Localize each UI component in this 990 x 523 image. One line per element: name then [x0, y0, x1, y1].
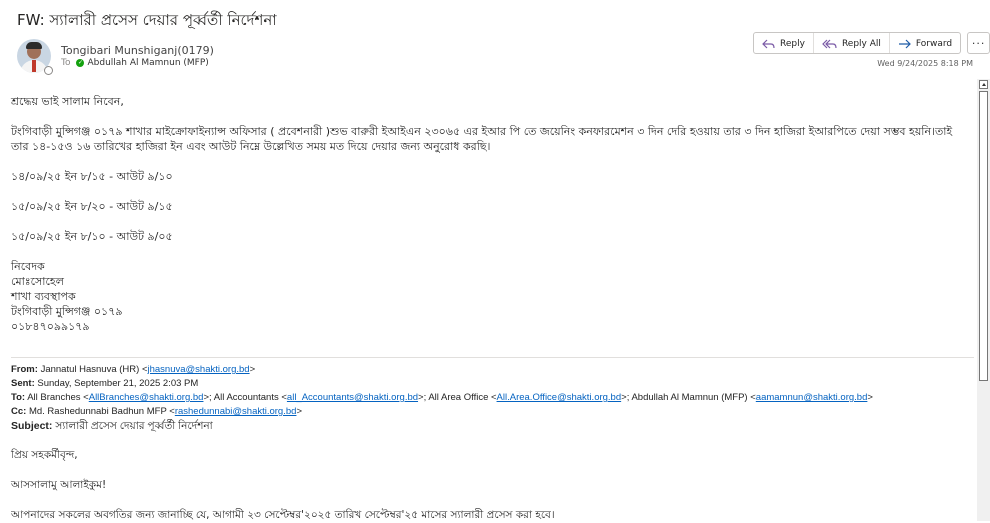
avatar-tie [32, 60, 36, 72]
scroll-up-arrow-icon[interactable] [979, 80, 988, 89]
forward-button[interactable]: Forward [890, 33, 960, 53]
forwarded-cc: Cc: Md. Rashedunnabi Badhun MFP <rashedu… [11, 406, 302, 417]
signature-line-1: নিবেদক [11, 260, 45, 273]
to-email-link-2[interactable]: all_Accountants@shakti.org.bd [287, 392, 418, 403]
forwarded-sent: Sent: Sunday, September 21, 2025 2:03 PM [11, 378, 199, 389]
forwarded-header: From: Jannatul Hasnuva (HR) <jhasnuva@sh… [11, 363, 974, 433]
forwarded-to: To: All Branches <AllBranches@shakti.org… [11, 392, 873, 403]
presence-status-icon [44, 66, 53, 75]
request-line-1: টংগিবাড়ী মুন্সিগঞ্জ ০১৭৯ শাখার মাইক্রোফ… [11, 125, 953, 138]
cc-email-link[interactable]: rashedunnabi@shakti.org.bd [175, 406, 297, 417]
attendance-time-2: ১৫/০৯/২৫ ইন ৮/২০ - আউট ৯/১৫ [11, 200, 173, 213]
from-email-link[interactable]: jhasnuva@shakti.org.bd [148, 364, 250, 375]
to-email-link-3[interactable]: All.Area.Office@shakti.org.bd [497, 392, 622, 403]
reply-all-label: Reply All [841, 39, 881, 49]
reply-icon [762, 39, 775, 49]
forwarded-from: From: Jannatul Hasnuva (HR) <jhasnuva@sh… [11, 364, 256, 375]
more-actions-button[interactable]: ··· [967, 32, 990, 54]
recipient-name[interactable]: Abdullah Al Mamnun (MFP) [87, 58, 208, 68]
online-check-icon: ✓ [76, 59, 85, 67]
forwarded-salam: আসসালামু আলাইকুম! [11, 479, 107, 491]
attendance-time-3: ১৫/০৯/২৫ ইন ৮/১০ - আউট ৯/০৫ [11, 230, 173, 243]
forward-arrow-icon [898, 39, 911, 49]
reply-button-group: Reply Reply All Forward [753, 32, 962, 54]
forward-divider [11, 357, 974, 358]
signature-line-5: ০১৮৪৭০৯৯১৭৯ [11, 320, 90, 333]
signature-line-3: শাখা ব্যবস্থাপক [11, 290, 76, 303]
forwarded-greeting: প্রিয় সহকর্মীবৃন্দ, [11, 449, 78, 461]
reply-all-icon [822, 39, 837, 49]
email-subject: FW: স্যালারী প্রসেস দেয়ার পূর্ব্বর্তী ন… [17, 11, 277, 29]
to-email-link-4[interactable]: aamamnun@shakti.org.bd [756, 392, 868, 403]
signature-line-4: টংগিবাড়ী মুন্সিগঞ্জ ০১৭৯ [11, 305, 123, 318]
attendance-time-1: ১৪/০৯/২৫ ইন ৮/১৫ - আউট ৯/১০ [11, 170, 173, 183]
greeting-line: শ্রদ্ধেয় ভাই সালাম নিবেন, [11, 95, 124, 108]
message-body: শ্রদ্ধেয় ভাই সালাম নিবেন, টংগিবাড়ী মুন… [11, 94, 974, 523]
sender-name[interactable]: Tongibari Munshiganj(0179) [61, 44, 214, 57]
forward-label: Forward [915, 39, 953, 49]
reply-all-button[interactable]: Reply All [814, 33, 890, 53]
reply-button[interactable]: Reply [754, 33, 814, 53]
forwarded-subject: Subject: স্যালারী প্রসেস দেয়ার পূর্ব্বর… [11, 420, 213, 432]
recipient-line: To ✓ Abdullah Al Mamnun (MFP) [61, 58, 209, 68]
signature-line-2: মোঃসোহেল [11, 275, 64, 288]
request-line-2: তার ১৪-১৫ও ১৬ তারিখের হাজিরা ইন এবং আউট … [11, 140, 491, 153]
to-email-link-1[interactable]: AllBranches@shakti.org.bd [89, 392, 204, 403]
to-label: To [61, 58, 71, 68]
avatar-hair [26, 42, 42, 49]
received-date: Wed 9/24/2025 8:18 PM [877, 59, 973, 68]
scrollbar-thumb[interactable] [979, 91, 988, 381]
reply-label: Reply [780, 39, 805, 49]
message-actions: Reply Reply All Forward ··· [753, 32, 990, 54]
vertical-scrollbar[interactable] [977, 79, 990, 521]
